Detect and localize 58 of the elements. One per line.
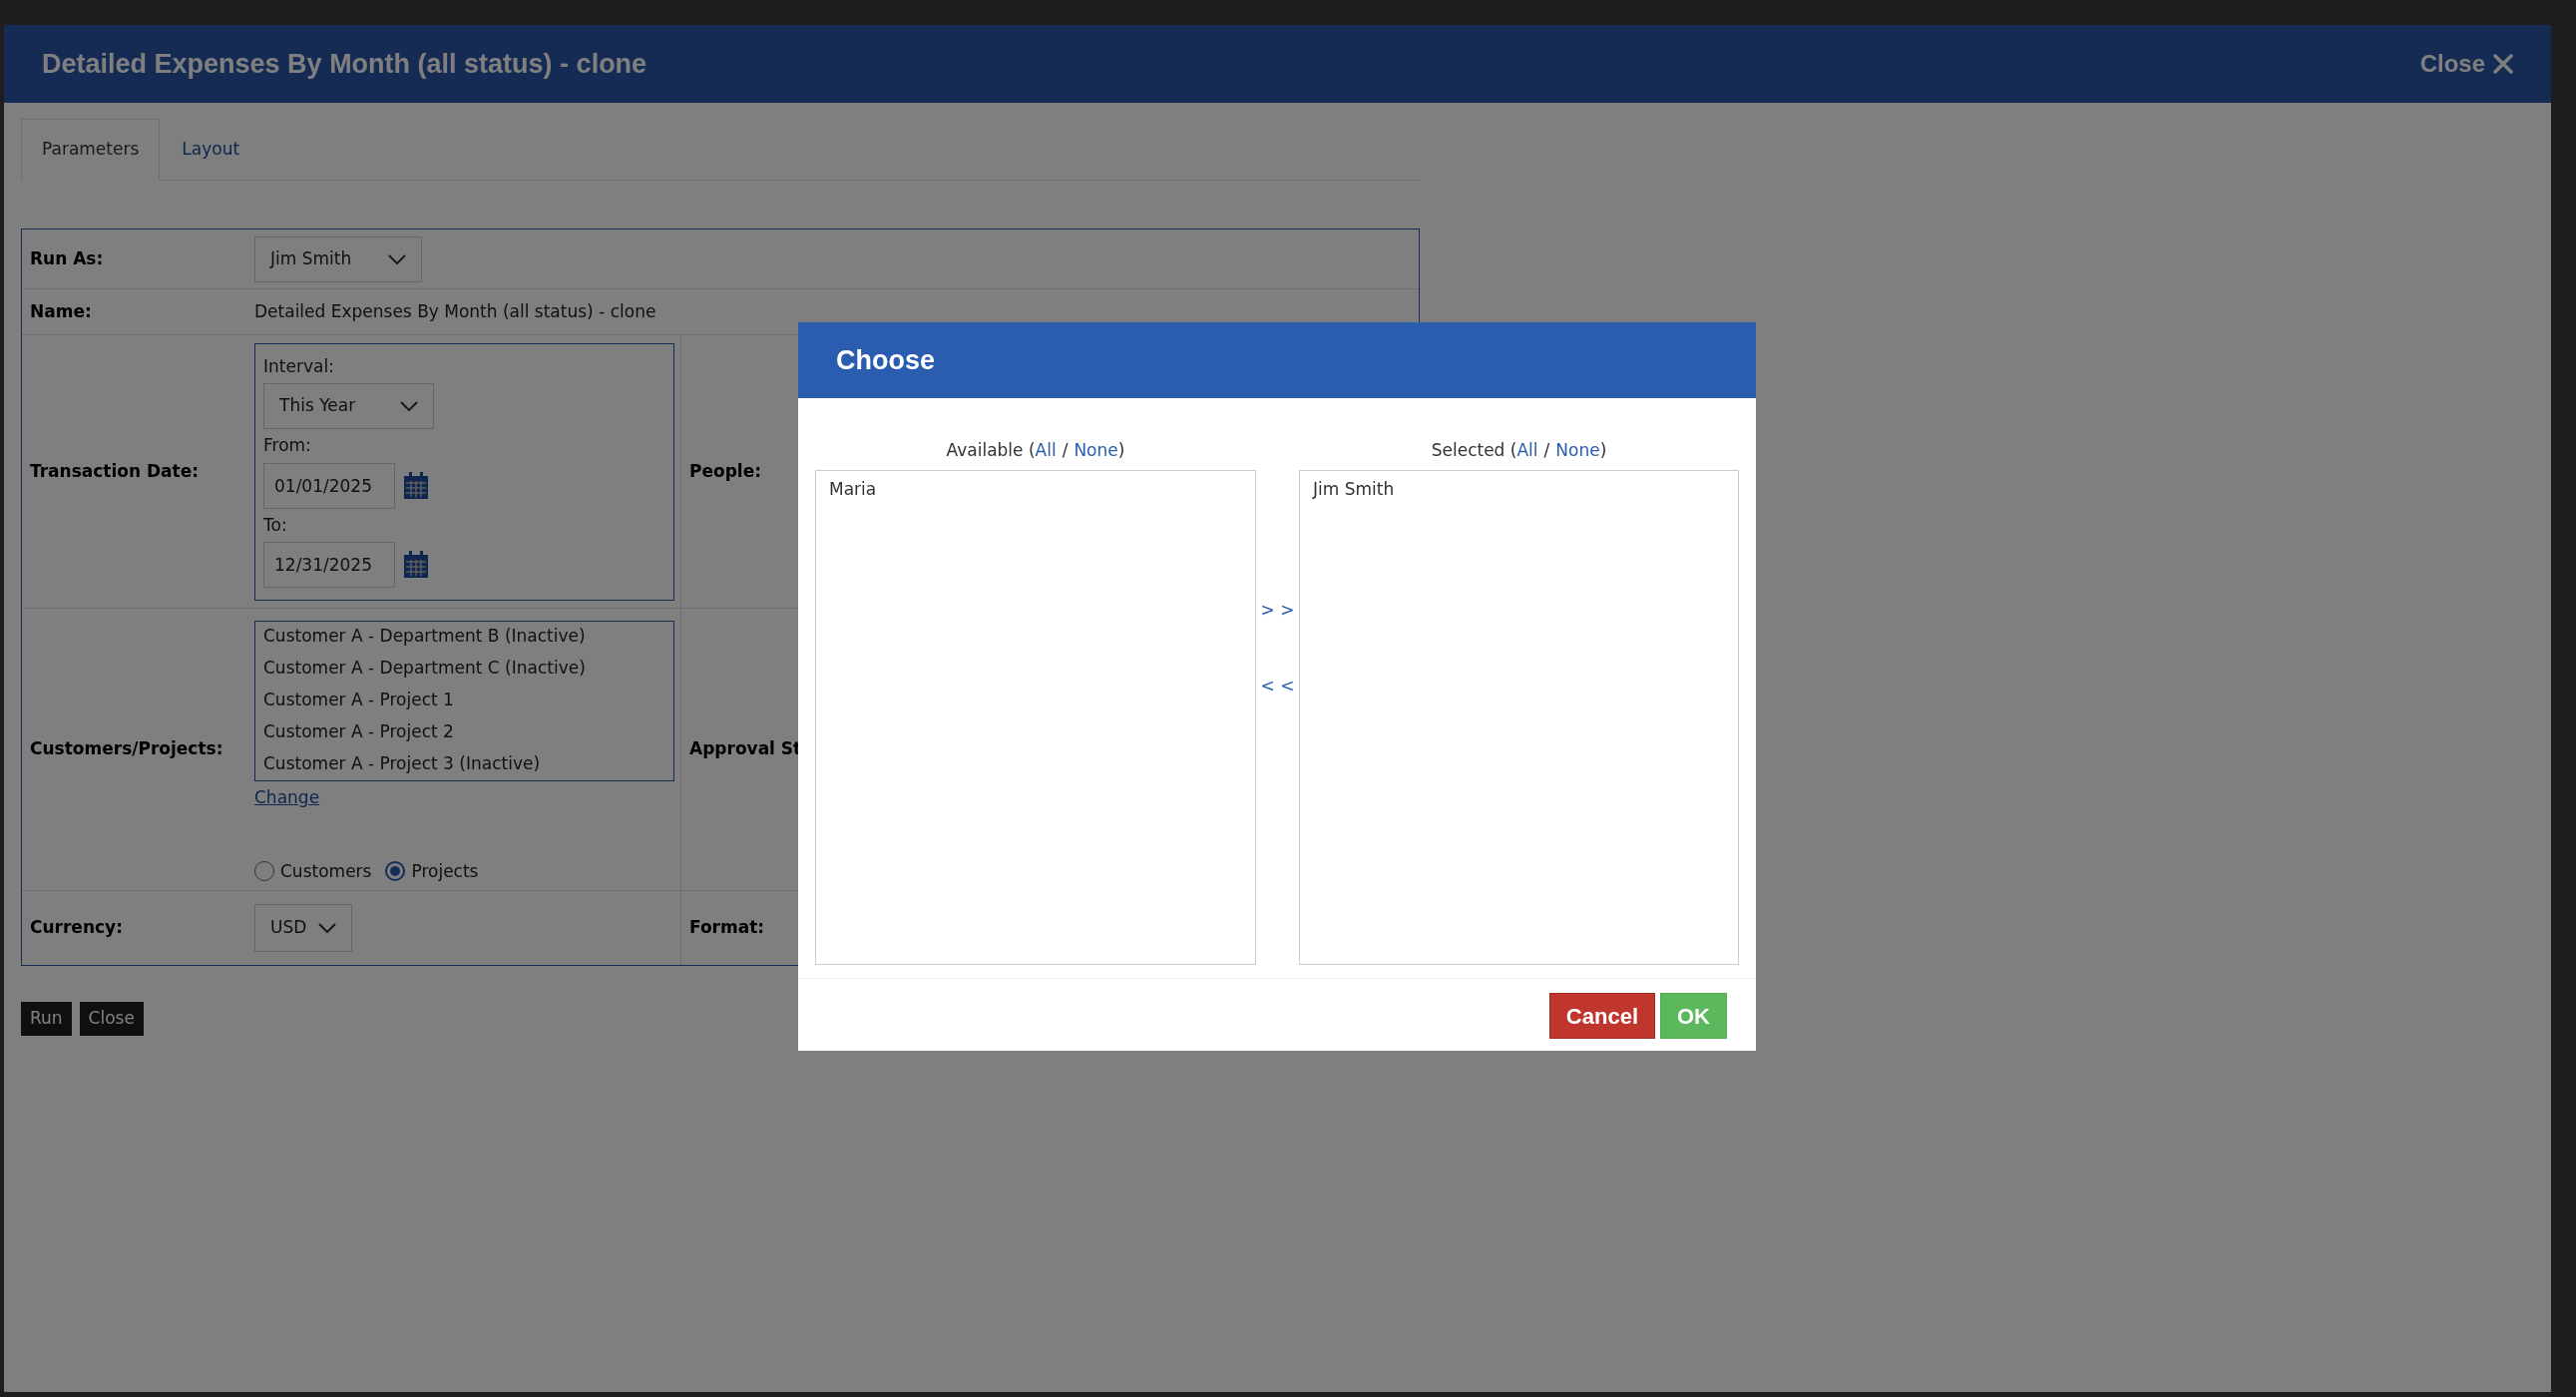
currency-dropdown[interactable]: USD xyxy=(254,904,352,952)
action-button[interactable]: Run xyxy=(21,1002,72,1036)
dialog-title: Detailed Expenses By Month (all status) - clone xyxy=(42,47,647,81)
tab[interactable]: Parameters xyxy=(21,119,161,181)
report-name: Detailed Expenses By Month (all status) - clone xyxy=(254,299,656,323)
to-date-field[interactable]: 12/31/2025 xyxy=(263,542,395,588)
list-heading: Available ( xyxy=(946,439,1036,462)
field-label: Run As: xyxy=(29,246,105,270)
list-item[interactable]: Customer A - Project 2 xyxy=(263,720,665,743)
chevron-down-icon xyxy=(388,253,406,264)
choice-list[interactable]: Jim Smith xyxy=(1299,470,1739,965)
field-label: Currency: xyxy=(29,916,124,940)
all-link[interactable]: All xyxy=(1035,438,1057,464)
list-item[interactable]: Customer A - Department B (Inactive) xyxy=(263,625,665,648)
close-icon xyxy=(2493,54,2513,74)
tab[interactable]: Layout xyxy=(160,119,262,181)
choice-list[interactable]: Maria xyxy=(815,470,1256,965)
modal-title: Choose xyxy=(836,343,935,377)
field-label: Transaction Date: xyxy=(29,459,201,483)
to-label: To: xyxy=(263,513,288,537)
separator: / xyxy=(1543,439,1550,462)
list-item[interactable]: Customer A - Project 3 (Inactive) xyxy=(263,752,665,775)
interval-dropdown[interactable]: This Year xyxy=(263,383,434,429)
move-left-button[interactable]: < < xyxy=(1260,673,1295,698)
from-label: From: xyxy=(263,434,312,457)
all-link[interactable]: All xyxy=(1516,438,1538,464)
from-date-field[interactable]: 01/01/2025 xyxy=(263,462,395,509)
list-heading: ) xyxy=(1117,439,1125,462)
change-link[interactable]: Change xyxy=(254,785,320,811)
field-label: People: xyxy=(688,459,761,483)
radio-button[interactable] xyxy=(254,861,274,882)
calendar-icon[interactable] xyxy=(403,471,429,500)
field-label: Format: xyxy=(688,916,765,940)
cancel-button[interactable]: Cancel xyxy=(1548,993,1655,1039)
list-item[interactable]: Maria xyxy=(829,477,1242,503)
radio-label: Customers xyxy=(280,859,372,883)
field-label: Customers/Projects: xyxy=(29,737,224,761)
close-button[interactable]: Close xyxy=(2419,46,2513,82)
customer-project-list[interactable]: Customer A - Department B (Inactive) Customer A - Department C (Inactive) Customer A - Project 1 Customer A - Project 2 Customer A - Project 3 (Inactive) xyxy=(254,621,674,781)
action-button[interactable]: Close xyxy=(79,1002,144,1036)
run-as-dropdown[interactable]: Jim Smith xyxy=(254,235,422,282)
list-item[interactable]: Jim Smith xyxy=(1313,477,1725,503)
list-heading: ) xyxy=(1599,439,1607,462)
move-right-button[interactable]: > > xyxy=(1260,598,1295,624)
none-link[interactable]: None xyxy=(1555,438,1600,464)
separator: / xyxy=(1062,439,1069,462)
calendar-icon[interactable] xyxy=(403,551,429,579)
none-link[interactable]: None xyxy=(1073,438,1118,464)
radio-label: Projects xyxy=(411,859,479,883)
list-item[interactable]: Customer A - Department C (Inactive) xyxy=(263,657,665,680)
field-label: Name: xyxy=(29,299,93,323)
interval-label: Interval: xyxy=(263,354,335,378)
list-item[interactable]: Customer A - Project 1 xyxy=(263,689,665,711)
radio-button[interactable] xyxy=(385,861,406,882)
list-heading: Selected ( xyxy=(1431,439,1517,462)
chevron-down-icon xyxy=(400,401,418,411)
ok-button[interactable]: OK xyxy=(1660,993,1727,1039)
chevron-down-icon xyxy=(318,923,336,933)
